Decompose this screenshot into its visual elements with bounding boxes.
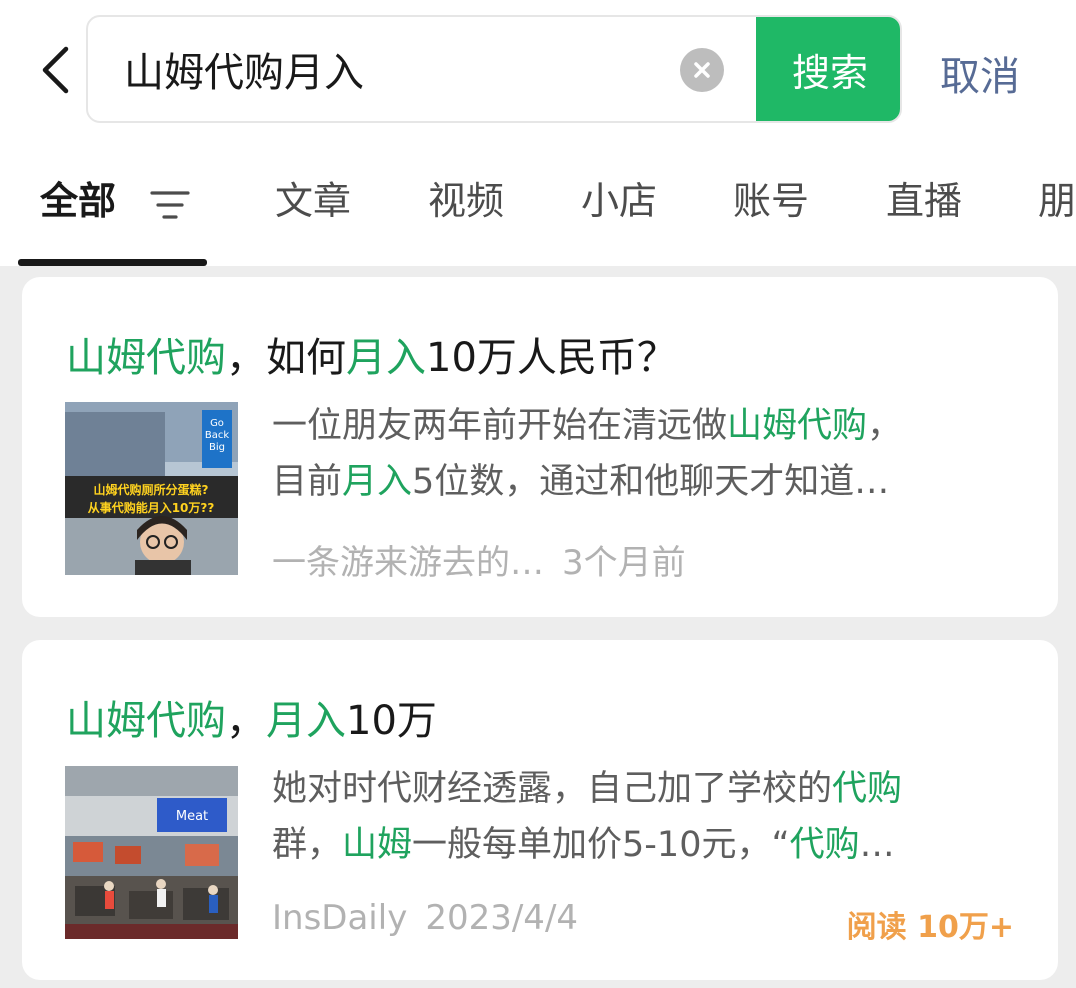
cancel-button[interactable]: 取消 <box>940 44 1020 102</box>
title-text: ， <box>226 698 266 744</box>
result-author[interactable]: InsDaily <box>272 898 407 938</box>
title-highlight: 山姆代购 <box>66 698 226 744</box>
title-highlight: 月入 <box>346 335 426 381</box>
snippet-line: 一位朋友两年前开始在清远做山姆代购， <box>272 398 1012 454</box>
tab-all[interactable]: 全部 <box>40 170 116 225</box>
filter-icon[interactable] <box>150 188 190 222</box>
title-highlight: 月入 <box>266 698 346 744</box>
snippet-highlight: 代购 <box>789 825 860 865</box>
snippet-text: 目前 <box>272 462 343 502</box>
result-thumbnail[interactable]: Go Back Big 山姆代购厕所分蛋糕? 从事代购能月入10万?? <box>65 402 238 575</box>
thumb-text: 从事代购能月入10万?? <box>88 500 215 515</box>
snippet-highlight: 月入 <box>342 462 413 502</box>
snippet-text: … <box>859 825 895 865</box>
thumb-text: Meat <box>176 809 208 824</box>
top-bar: 搜索 取消 全部 文章 视频 小店 账号 直播 朋 <box>0 0 1076 266</box>
snippet-text: 5位数，通过和他聊天才知道… <box>412 462 890 502</box>
search-box: 搜索 <box>86 15 902 123</box>
thumb-text: Back <box>205 430 229 441</box>
result-snippet: 她对时代财经透露，自己加了学校的代购 群，山姆一般每单加价5-10元，“代购… <box>272 761 1012 873</box>
snippet-line: 群，山姆一般每单加价5-10元，“代购… <box>272 817 1012 873</box>
snippet-highlight: 山姆 <box>342 825 413 865</box>
tab-accounts[interactable]: 账号 <box>733 170 809 225</box>
snippet-text: ， <box>867 406 903 446</box>
result-meta: InsDaily 2023/4/4 <box>272 898 578 938</box>
search-button[interactable]: 搜索 <box>756 17 900 121</box>
title-highlight: 山姆代购 <box>66 335 226 381</box>
title-text: 10万人民币？ <box>426 335 677 381</box>
result-title[interactable]: 山姆代购，月入10万 <box>66 688 437 746</box>
search-input[interactable] <box>124 17 684 121</box>
back-button[interactable] <box>30 40 80 100</box>
snippet-text: 她对时代财经透露，自己加了学校的 <box>272 769 833 809</box>
result-time: 3个月前 <box>562 543 686 583</box>
result-meta: 一条游来游去的… 3个月前 <box>272 535 686 584</box>
title-text: 10万 <box>346 698 437 744</box>
snippet-text: 一位朋友两年前开始在清远做 <box>272 406 728 446</box>
snippet-text: 一般每单加价5-10元，“ <box>412 825 790 865</box>
thumbnail-image: Go Back Big 山姆代购厕所分蛋糕? 从事代购能月入10万?? <box>65 402 238 575</box>
tab-videos[interactable]: 视频 <box>428 170 504 225</box>
read-count-badge: 阅读 10万+ <box>846 910 1014 945</box>
result-title[interactable]: 山姆代购，如何月入10万人民币？ <box>66 325 677 383</box>
result-time: 2023/4/4 <box>425 898 579 938</box>
result-card[interactable]: 山姆代购，如何月入10万人民币？ Go Back Big 山姆代购厕所分蛋糕? … <box>22 277 1058 617</box>
result-author[interactable]: 一条游来游去的… <box>272 543 544 583</box>
active-tab-indicator <box>18 259 207 266</box>
snippet-text: 群， <box>272 825 343 865</box>
tab-articles[interactable]: 文章 <box>275 170 351 225</box>
thumbnail-image: Meat <box>65 766 238 939</box>
tab-moments[interactable]: 朋 <box>1038 170 1076 225</box>
snippet-line: 目前月入5位数，通过和他聊天才知道… <box>272 454 1012 510</box>
snippet-highlight: 山姆代购 <box>727 406 868 446</box>
chevron-left-icon <box>42 46 69 94</box>
close-icon <box>694 62 710 78</box>
snippet-line: 她对时代财经透露，自己加了学校的代购 <box>272 761 1012 817</box>
tab-live[interactable]: 直播 <box>886 170 962 225</box>
thumb-text: Big <box>209 442 225 453</box>
clear-button[interactable] <box>680 48 724 92</box>
result-snippet: 一位朋友两年前开始在清远做山姆代购， 目前月入5位数，通过和他聊天才知道… <box>272 398 1012 510</box>
snippet-highlight: 代购 <box>832 769 903 809</box>
thumb-text: Go <box>210 418 224 429</box>
result-thumbnail[interactable]: Meat <box>65 766 238 939</box>
tab-shops[interactable]: 小店 <box>581 170 657 225</box>
thumb-text: 山姆代购厕所分蛋糕? <box>94 482 209 497</box>
title-text: ，如何 <box>226 335 346 381</box>
result-card[interactable]: 山姆代购，月入10万 Meat 她对时代财经透露，自己加了学校的代购 群，山姆一… <box>22 640 1058 980</box>
